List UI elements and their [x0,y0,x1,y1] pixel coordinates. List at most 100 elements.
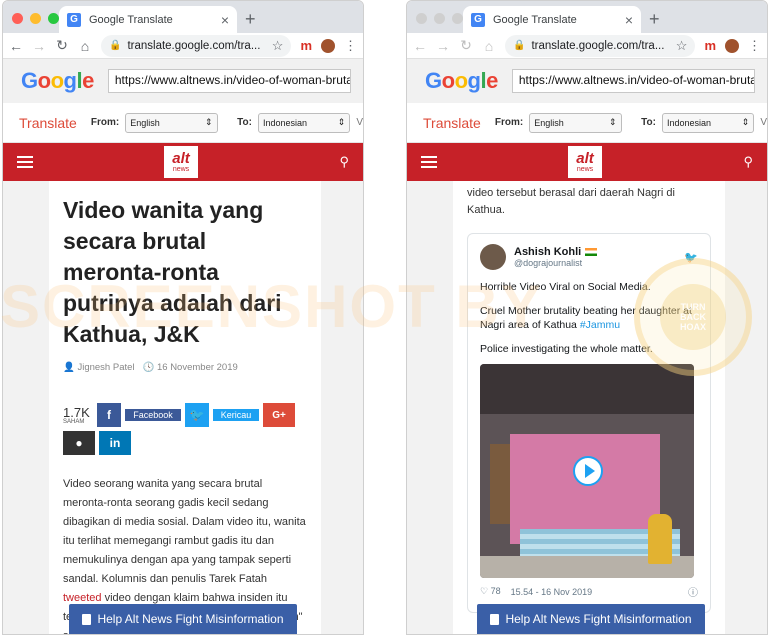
back-arrow-icon[interactable]: ← [413,38,427,54]
like-count: 78 [490,586,501,596]
lock-icon: 🔒 [513,40,526,51]
menu-dots-icon[interactable]: ⋮ [344,38,357,54]
google-logo[interactable]: Google [21,68,94,94]
truncated-option: V [356,117,363,128]
bookmark-star-icon[interactable]: ☆ [676,38,688,54]
google-translate-icon: G [471,12,485,27]
translate-label: Translate [19,114,77,131]
tab-google-translate[interactable]: G Google Translate × [463,6,641,33]
google-logo[interactable]: Google [425,68,498,94]
bookmark-star-icon[interactable]: ☆ [272,38,284,54]
hamburger-menu-icon[interactable] [421,156,437,168]
article-continued-text: video tersebut berasal dari daerah Nagri… [467,187,675,216]
help-banner-button[interactable]: Help Alt News Fight Misinformation [69,604,297,634]
source-url-field[interactable]: https://www.altnews.in/video-of-woman-br… [511,69,755,93]
close-window-button[interactable] [12,13,23,24]
tab-title: Google Translate [89,13,173,26]
language-bar: Translate From: English ⇕ To: Indonesian ⇕… [407,103,767,143]
share-buttons: 1.7K SAHAM f Facebook 🐦 Kericau G+ [63,403,307,427]
address-bar[interactable]: 🔒 translate.google.com/tra... ☆ [505,34,696,57]
article-meta: 👤 Jignesh Patel 🕓 16 November 2019 [63,362,307,373]
to-language-select[interactable]: Indonesian ⇕ [257,112,351,133]
browser-toolbar: ← → ↻ ⌂ 🔒 translate.google.com/tra... ☆ … [3,33,363,59]
author[interactable]: 👤 Jignesh Patel [63,362,135,373]
forward-arrow-icon[interactable]: → [32,38,46,54]
reload-icon[interactable]: ↻ [459,37,473,54]
tweet-video[interactable] [480,364,694,578]
document-icon [82,613,92,625]
tab-strip: G Google Translate × + [3,1,363,33]
document-icon [490,613,500,625]
reload-icon[interactable]: ↻ [55,37,69,54]
select-arrows-icon: ⇕ [608,117,617,127]
hashtag-jammu[interactable]: #Jammu [580,319,620,331]
lock-icon: 🔒 [109,40,122,51]
select-arrows-icon: ⇕ [204,117,213,127]
minimize-window-button[interactable] [30,13,41,24]
facebook-share-button[interactable]: Facebook [125,409,181,421]
extension-m-icon[interactable]: m [300,38,312,53]
alt-news-logo[interactable]: alt news [163,145,199,179]
from-language-select[interactable]: English ⇕ [125,112,218,133]
twitter-bird-icon[interactable]: 🐦 [684,251,698,264]
hamburger-menu-icon[interactable] [17,156,33,168]
reddit-icon[interactable]: ● [63,431,95,455]
profile-avatar[interactable] [725,38,739,53]
new-tab-button[interactable]: + [649,9,660,30]
tweet-author-handle[interactable]: @dograjournalist [514,258,676,268]
tab-close-icon[interactable]: × [221,12,229,28]
from-language-select[interactable]: English ⇕ [529,112,622,133]
site-header: alt news ⚲ [407,143,767,181]
tab-google-translate[interactable]: G Google Translate × [59,6,237,33]
article-right: video tersebut berasal dari daerah Nagri… [453,181,725,634]
to-label: To: [641,117,656,128]
source-url-field[interactable]: https://www.altnews.in/video-of-woman-br… [107,69,351,93]
tweeted-link[interactable]: tweeted [63,592,102,604]
home-icon[interactable]: ⌂ [482,38,496,54]
menu-dots-icon[interactable]: ⋮ [748,38,761,54]
google-plus-button[interactable]: G+ [263,403,295,427]
tweet-author-avatar[interactable] [480,244,506,270]
info-icon[interactable]: ⓘ [688,584,698,599]
facebook-icon[interactable]: f [97,403,121,427]
zoom-window-button[interactable] [48,13,59,24]
google-translate-bar: Google https://www.altnews.in/video-of-w… [3,59,363,103]
tab-close-icon[interactable]: × [625,12,633,28]
extension-m-icon[interactable]: m [704,38,716,53]
embedded-tweet[interactable]: Ashish Kohli @dograjournalist 🐦 Horrible… [467,233,711,613]
site-header: alt news ⚲ [3,143,363,181]
india-flag-icon [585,248,598,257]
help-banner-button[interactable]: Help Alt News Fight Misinformation [477,604,705,634]
window-controls [416,13,463,24]
play-button-icon[interactable] [573,456,603,486]
close-window-button[interactable] [416,13,427,24]
back-arrow-icon[interactable]: ← [9,38,23,54]
minimize-window-button[interactable] [434,13,445,24]
publish-date: 🕓 16 November 2019 [142,362,238,373]
new-tab-button[interactable]: + [245,9,256,30]
tweet-text-line3: Police investigating the whole matter. [480,343,653,355]
zoom-window-button[interactable] [452,13,463,24]
tweet-author-name[interactable]: Ashish Kohli [514,246,676,258]
to-language-select[interactable]: Indonesian ⇕ [661,112,755,133]
browser-toolbar: ← → ↻ ⌂ 🔒 translate.google.com/tra... ☆ … [407,33,767,59]
translate-label: Translate [423,114,481,131]
alt-news-logo[interactable]: alt news [567,145,603,179]
truncated-option: V [760,117,767,128]
search-icon[interactable]: ⚲ [743,154,753,170]
google-translate-bar: Google https://www.altnews.in/video-of-w… [407,59,767,103]
profile-avatar[interactable] [321,38,335,53]
address-bar[interactable]: 🔒 translate.google.com/tra... ☆ [101,34,292,57]
tweet-text-line1: Horrible Video Viral on Social Media. [480,281,651,293]
article-headline: Video wanita yang secara brutal meronta-… [63,197,282,347]
forward-arrow-icon[interactable]: → [436,38,450,54]
search-icon[interactable]: ⚲ [339,154,349,170]
like-heart-icon[interactable]: ♡ 78 [480,586,501,597]
tweet-timestamp[interactable]: 15.54 - 16 Nov 2019 [511,587,593,597]
linkedin-icon[interactable]: in [99,431,131,455]
browser-window-right: G Google Translate × + ← → ↻ ⌂ 🔒 transla… [406,0,768,635]
twitter-bird-icon[interactable]: 🐦 [185,403,209,427]
home-icon[interactable]: ⌂ [78,38,92,54]
select-arrows-icon: ⇕ [741,117,750,127]
twitter-share-button[interactable]: Kericau [213,409,259,421]
